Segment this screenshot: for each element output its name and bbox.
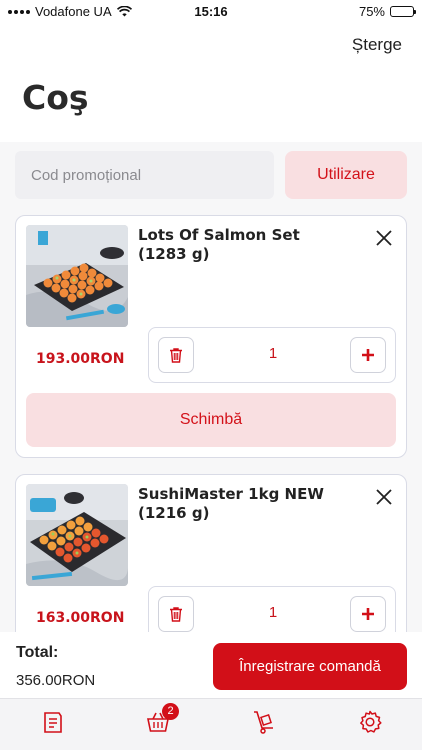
plus-icon [362, 349, 374, 361]
status-right: 75% [358, 4, 416, 19]
close-icon [376, 230, 392, 246]
tab-bar: 2 [0, 698, 422, 750]
product-name: Lots Of Salmon Set (1283 g) [138, 226, 300, 263]
cart-item: Lots Of Salmon Set (1283 g) 193.00RON 1 … [15, 215, 407, 458]
product-name: SushiMaster 1kg NEW (1216 g) [138, 485, 324, 522]
header: Șterge Coş [0, 22, 422, 142]
quantity-stepper: 1 [148, 327, 396, 383]
product-image [26, 225, 128, 327]
tab-cart[interactable]: 2 [145, 703, 179, 735]
increase-button[interactable] [350, 596, 386, 632]
clear-cart-button[interactable]: Șterge [352, 35, 402, 55]
hand-truck-icon [254, 711, 273, 734]
tab-settings[interactable] [357, 709, 383, 735]
tab-delivery[interactable] [251, 709, 277, 735]
change-button[interactable]: Schimbă [26, 393, 396, 447]
product-price: 163.00RON [36, 610, 125, 626]
battery-icon [390, 6, 416, 17]
promo-code-input[interactable] [15, 151, 274, 199]
product-image [26, 484, 128, 586]
menu-list-icon [44, 712, 62, 733]
battery-percent: 75% [358, 4, 385, 19]
remove-item-button[interactable] [372, 485, 396, 509]
plus-icon [362, 608, 374, 620]
status-bar: Vodafone UA 15:16 75% [0, 0, 422, 22]
increase-button[interactable] [350, 337, 386, 373]
remove-item-button[interactable] [372, 226, 396, 250]
total-value: 356.00RON [16, 672, 96, 689]
tab-menu[interactable] [40, 709, 66, 735]
product-price: 193.00RON [36, 351, 125, 367]
total-label: Total: [16, 644, 59, 661]
checkout-button[interactable]: Înregistrare comandă [213, 643, 407, 690]
close-icon [376, 489, 392, 505]
apply-promo-button[interactable]: Utilizare [285, 151, 407, 199]
page-title: Coş [22, 78, 89, 117]
cart-badge: 2 [162, 703, 179, 720]
order-summary: Total: 356.00RON Înregistrare comandă [0, 632, 422, 698]
gear-icon [360, 710, 382, 733]
promo-row: Utilizare [15, 151, 407, 199]
